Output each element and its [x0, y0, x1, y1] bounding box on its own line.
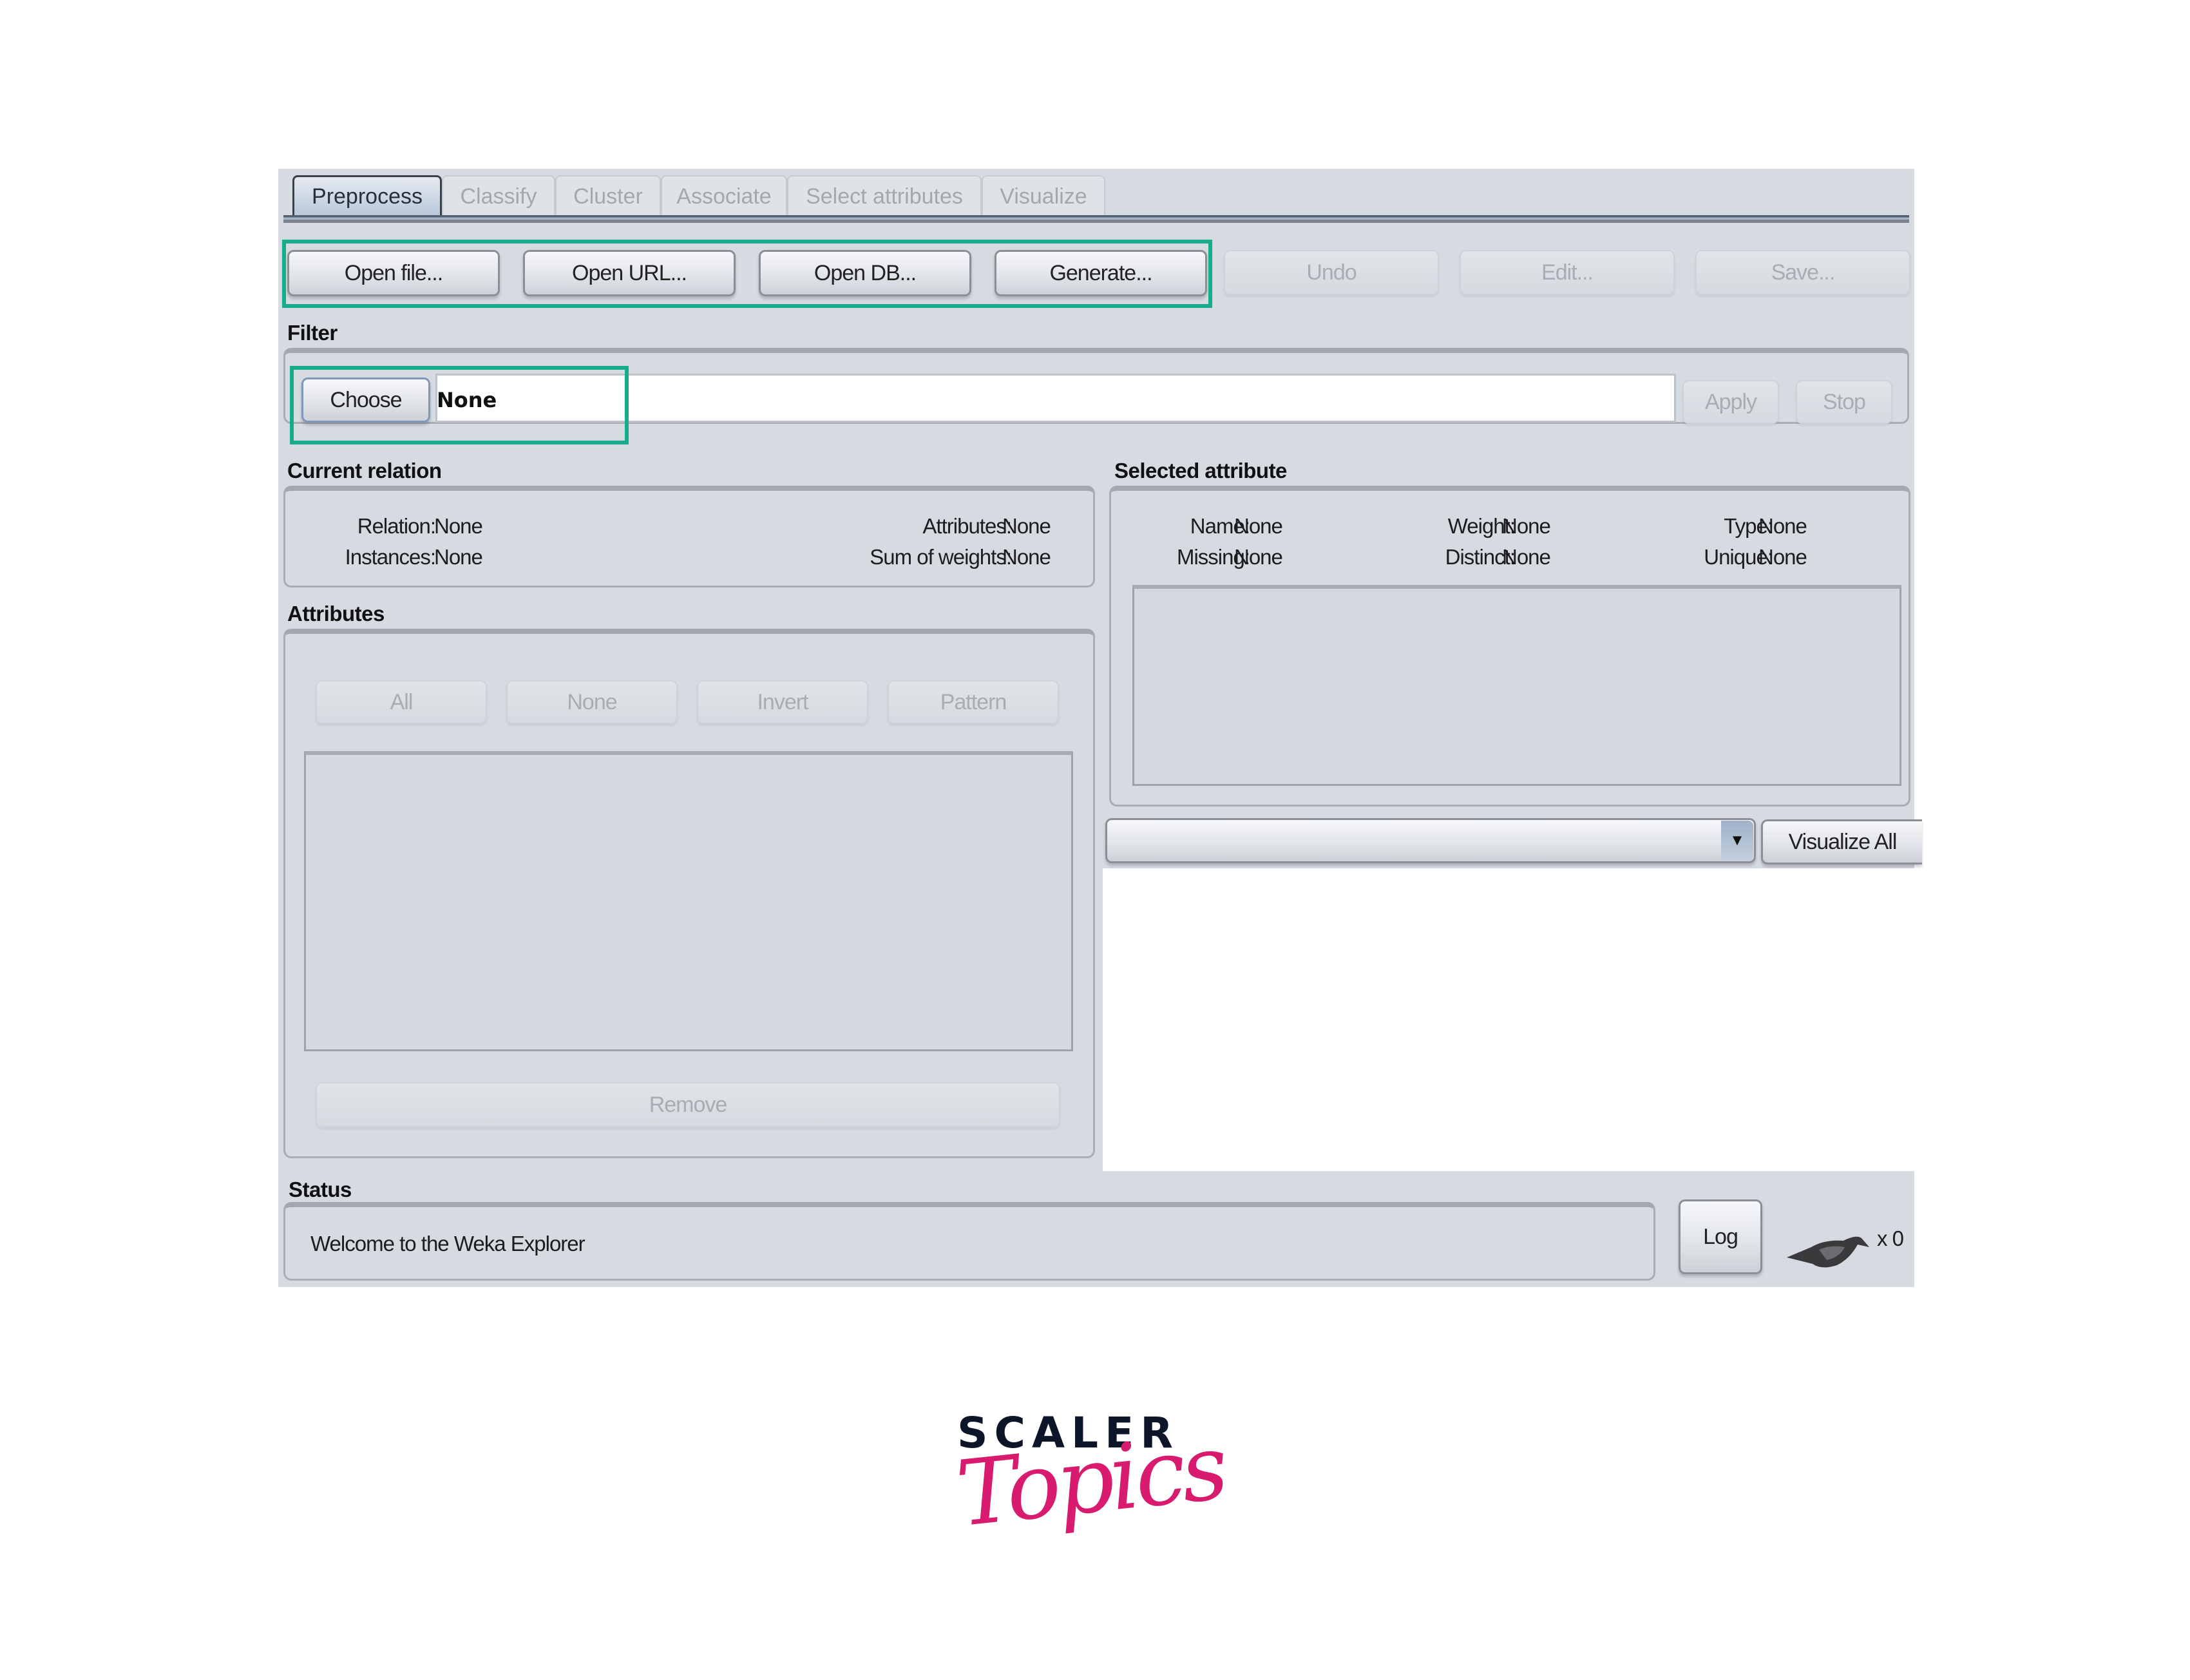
sa-distinct-label: Distinct: — [1445, 545, 1516, 569]
tab-visualize[interactable]: Visualize — [982, 175, 1105, 216]
attributes-list[interactable] — [304, 751, 1073, 1051]
filter-value: None — [437, 388, 497, 412]
weka-bird-icon — [1787, 1236, 1869, 1268]
attributes-count-label: Attributes: — [922, 514, 1012, 538]
invert-button[interactable]: Invert — [697, 680, 868, 724]
status-message: Welcome to the Weka Explorer — [310, 1232, 586, 1255]
filter-field[interactable] — [435, 374, 1676, 423]
status-section-label: Status — [289, 1178, 352, 1201]
weka-explorer-window: Preprocess Classify Cluster Associate Se… — [278, 169, 1922, 1287]
remove-button[interactable]: Remove — [316, 1082, 1060, 1127]
generate-button[interactable]: Generate... — [995, 250, 1207, 296]
attribute-visualization-canvas — [1103, 868, 1914, 1171]
attribute-stats-table — [1132, 585, 1901, 786]
sa-type-value: None — [1758, 514, 1807, 538]
instances-value: None — [434, 545, 483, 569]
filter-section-label: Filter — [287, 321, 338, 345]
sa-weight-value: None — [1502, 514, 1551, 538]
save-button[interactable]: Save... — [1695, 250, 1910, 295]
instances-label: Instances: — [345, 545, 436, 569]
sa-weight-label: Weight: — [1447, 514, 1516, 538]
visualize-all-button[interactable]: Visualize All — [1761, 819, 1922, 864]
sa-name-value: None — [1234, 514, 1283, 538]
sa-missing-label: Missing: — [1176, 545, 1250, 569]
relation-value: None — [434, 514, 483, 538]
stop-button[interactable]: Stop — [1796, 380, 1892, 424]
sa-unique-label: Unique: — [1704, 545, 1773, 569]
sa-missing-value: None — [1234, 545, 1283, 569]
selected-attribute-label: Selected attribute — [1114, 459, 1287, 482]
attributes-section-label: Attributes — [287, 602, 385, 625]
attributes-count-value: None — [1002, 514, 1051, 538]
tab-classify[interactable]: Classify — [442, 175, 555, 216]
open-url-button[interactable]: Open URL... — [523, 250, 736, 296]
tab-preprocess[interactable]: Preprocess — [292, 175, 442, 216]
tab-cluster[interactable]: Cluster — [555, 175, 661, 216]
undo-button[interactable]: Undo — [1224, 250, 1439, 295]
open-db-button[interactable]: Open DB... — [759, 250, 971, 296]
task-count: x 0 — [1877, 1227, 1904, 1250]
select-all-button[interactable]: All — [316, 680, 487, 724]
sa-name-label: Name: — [1190, 514, 1250, 538]
tab-associate[interactable]: Associate — [661, 175, 787, 216]
sa-unique-value: None — [1758, 545, 1807, 569]
class-attribute-select[interactable] — [1105, 818, 1756, 863]
sa-type-label: Type: — [1724, 514, 1773, 538]
relation-label: Relation: — [357, 514, 436, 538]
edit-button[interactable]: Edit... — [1460, 250, 1675, 295]
sum-weights-label: Sum of weights: — [870, 545, 1012, 569]
current-relation-label: Current relation — [287, 459, 442, 482]
tab-select-attributes[interactable]: Select attributes — [787, 175, 982, 216]
sa-distinct-value: None — [1502, 545, 1551, 569]
select-none-button[interactable]: None — [506, 680, 678, 724]
sum-weights-value: None — [1002, 545, 1051, 569]
open-file-button[interactable]: Open file... — [287, 250, 500, 296]
tab-underline — [283, 215, 1909, 223]
chevron-down-icon[interactable]: ▼ — [1721, 821, 1753, 861]
log-button[interactable]: Log — [1679, 1199, 1762, 1274]
pattern-button[interactable]: Pattern — [888, 680, 1059, 724]
apply-button[interactable]: Apply — [1682, 380, 1779, 424]
filter-choose-button[interactable]: Choose — [301, 377, 430, 423]
